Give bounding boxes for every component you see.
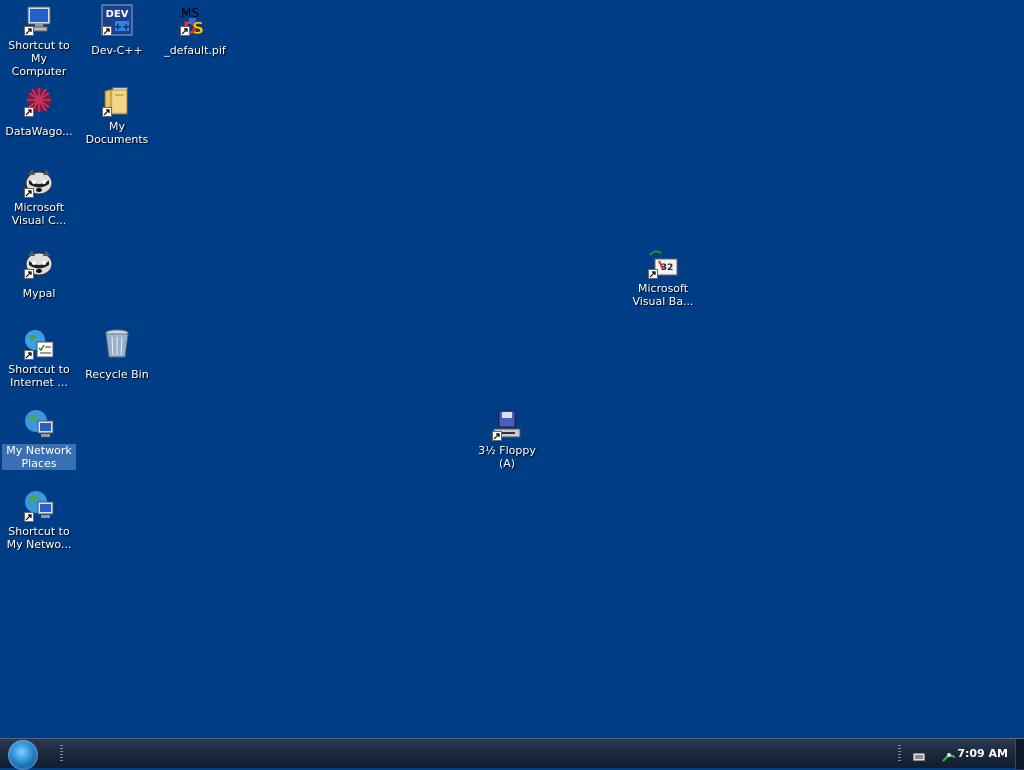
start-button[interactable] <box>8 740 38 770</box>
taskbar-grip[interactable] <box>60 745 63 763</box>
icon-label: Recycle Bin <box>85 368 149 381</box>
icon-label: _default.pif <box>164 44 226 57</box>
keyboard-icon[interactable] <box>912 748 926 762</box>
icon-label: Mypal <box>22 287 56 300</box>
icon-label: DataWago... <box>5 125 73 138</box>
desktop-icon-mypal[interactable]: Mypal <box>2 245 76 301</box>
shortcut-arrow-icon <box>648 269 658 279</box>
shortcut-arrow-icon <box>102 107 112 117</box>
icon-label: Microsoft Visual C... <box>11 201 67 227</box>
icon-label: Shortcut to My Computer <box>8 39 70 78</box>
icon-label: 3½ Floppy (A) <box>478 444 536 470</box>
internet-icon <box>23 328 55 360</box>
shortcut-arrow-icon <box>24 107 34 117</box>
system-tray: 7:09 AM <box>890 739 1024 769</box>
datawagon-icon <box>23 85 55 117</box>
desktop-icon-network-shortcut[interactable]: Shortcut to My Netwo... <box>2 488 76 552</box>
svg-text:DEV: DEV <box>106 9 129 20</box>
shortcut-arrow-icon <box>24 269 34 279</box>
recycle-bin-icon <box>101 328 133 360</box>
network-icon <box>23 409 55 441</box>
icon-label: My Documents <box>85 120 149 146</box>
icon-label: Shortcut to Internet ... <box>8 363 70 389</box>
network-icon <box>23 490 55 522</box>
shortcut-arrow-icon <box>24 512 34 522</box>
desktop-icon-dev-cpp[interactable]: DEV ++ Dev-C++ <box>80 2 154 58</box>
icon-label: Shortcut to My Netwo... <box>6 525 72 551</box>
desktop-icon-microsoft-visual-c[interactable]: Microsoft Visual C... <box>2 164 76 228</box>
folder-icon <box>101 85 133 117</box>
svg-text:++: ++ <box>114 22 131 33</box>
desktop-icon-internet[interactable]: Shortcut to Internet ... <box>2 326 76 390</box>
shortcut-arrow-icon <box>102 26 112 36</box>
msdos-icon: MS D S <box>179 4 211 39</box>
desktop-icon-floppy-drive[interactable]: 3½ Floppy (A) <box>466 407 548 471</box>
desktop-icon-my-network-places[interactable]: My Network Places <box>2 407 76 471</box>
raccoon-icon <box>23 166 55 198</box>
desktop-icon-datawagon[interactable]: DataWago... <box>2 83 76 139</box>
tray-grip[interactable] <box>898 745 901 763</box>
show-desktop-button[interactable] <box>1015 739 1024 769</box>
icon-label: Microsoft Visual Ba... <box>632 282 694 308</box>
icon-label: My Network Places <box>2 444 76 470</box>
desktop-icon-my-computer[interactable]: Shortcut to My Computer <box>2 2 76 79</box>
devcpp-icon: DEV ++ <box>101 4 133 36</box>
desktop-icon-recycle-bin[interactable]: Recycle Bin <box>80 326 154 382</box>
shortcut-arrow-icon <box>180 26 190 36</box>
desktop: Shortcut to My Computer DEV ++ Dev-C++ M… <box>0 0 1024 738</box>
shortcut-arrow-icon <box>24 26 34 36</box>
clock[interactable]: 7:09 AM <box>957 747 1008 760</box>
computer-icon <box>23 4 55 36</box>
desktop-icon-my-documents[interactable]: My Documents <box>80 83 154 147</box>
vb-icon: 32 <box>647 247 679 279</box>
network-tray-icon[interactable] <box>942 748 956 762</box>
floppy-drive-icon <box>491 409 523 441</box>
desktop-icon-default-pif[interactable]: MS D S _default.pif <box>158 2 232 58</box>
svg-text:MS: MS <box>181 6 199 20</box>
taskbar: 7:09 AM <box>0 738 1024 770</box>
shortcut-arrow-icon <box>492 431 502 441</box>
shortcut-arrow-icon <box>24 188 34 198</box>
icon-label: Dev-C++ <box>91 44 143 57</box>
shortcut-arrow-icon <box>24 350 34 360</box>
desktop-icon-microsoft-visual-basic[interactable]: 32 Microsoft Visual Ba... <box>626 245 700 309</box>
raccoon-icon <box>23 247 55 279</box>
